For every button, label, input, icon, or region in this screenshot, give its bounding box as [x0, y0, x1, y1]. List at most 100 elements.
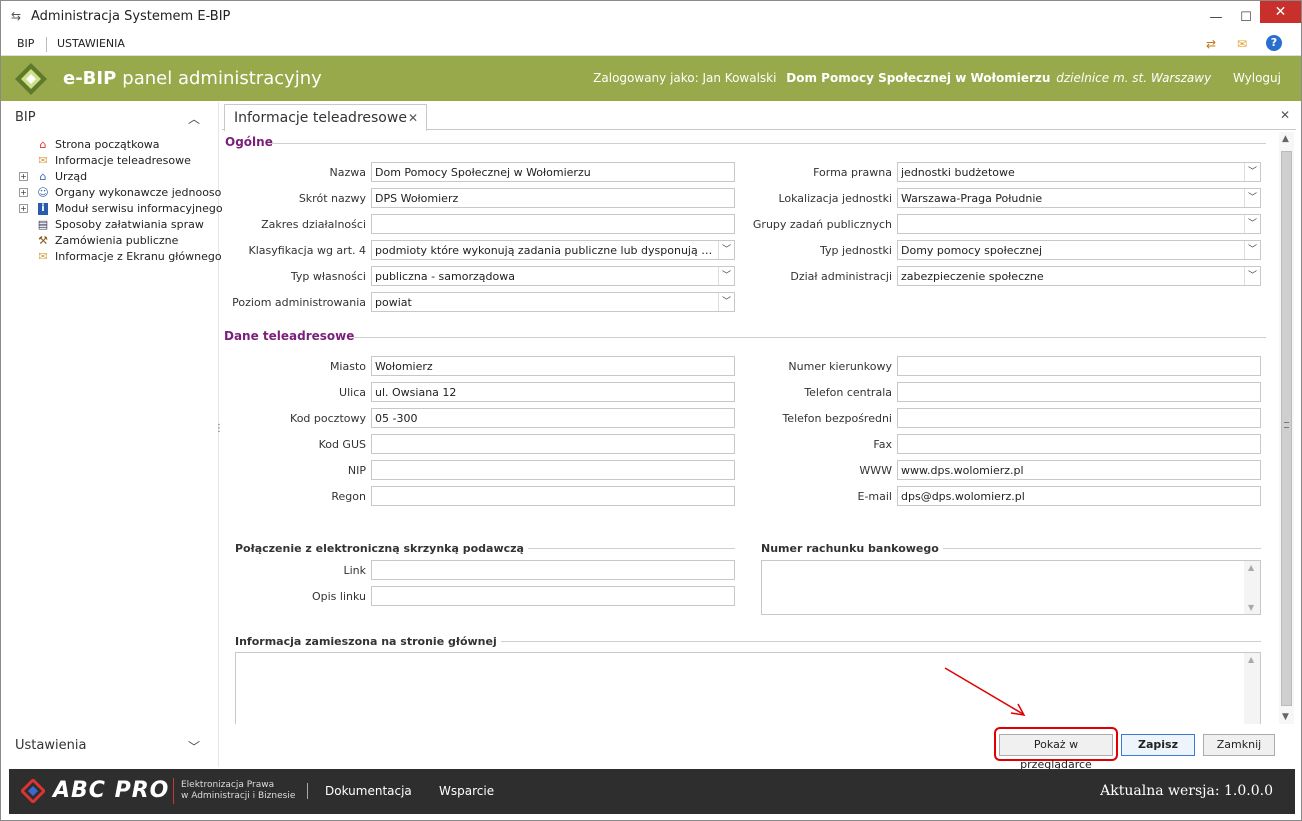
vertical-scrollbar[interactable]: ▲ ▼ — [1279, 132, 1294, 724]
footer-link-wsparcie[interactable]: Wsparcie — [439, 784, 494, 798]
header-banner: e-BIP panel administracyjny Zalogowany ja… — [1, 56, 1301, 101]
sidebar-item-strona-poczatkowa[interactable]: ⌂ Strona początkowa — [19, 137, 224, 153]
scroll-down-icon[interactable]: ▼ — [1282, 712, 1289, 722]
chevron-down-icon[interactable]: ﹀ — [718, 267, 734, 285]
textarea-scrollbar[interactable]: ▲ — [1244, 653, 1260, 724]
sidebar-item-organy[interactable]: + ☺ Organy wykonawcze jednoosol — [19, 185, 224, 201]
sidebar-item-sposoby[interactable]: ▤ Sposoby załatwiania spraw — [19, 217, 224, 233]
footer: ABC PRO Elektronizacja Prawa w Administr… — [9, 769, 1295, 814]
input-email[interactable]: dps@dps.wolomierz.pl — [897, 486, 1261, 506]
chevron-down-icon[interactable]: ﹀ — [1244, 163, 1260, 181]
maximize-button[interactable]: ☐ — [1231, 1, 1261, 33]
input-telefon-centrala[interactable] — [897, 382, 1261, 402]
chevron-down-icon[interactable]: ﹀ — [718, 241, 734, 259]
sidebar-item-zamowienia[interactable]: ⚒ Zamówienia publiczne — [19, 233, 224, 249]
select-klasyfikacja[interactable]: podmioty które wykonują zadania publiczn… — [371, 240, 735, 260]
input-nazwa[interactable]: Dom Pomocy Społecznej w Wołomierzu — [371, 162, 735, 182]
chevron-up-icon[interactable]: ︿ — [188, 110, 200, 127]
label-nazwa: Nazwa — [329, 166, 366, 179]
expand-icon[interactable]: + — [19, 204, 28, 213]
scroll-thumb[interactable] — [1281, 151, 1292, 706]
sync-icon[interactable]: ⇄ — [1202, 36, 1220, 52]
select-lokalizacja[interactable]: Warszawa-Praga Południe ﹀ — [897, 188, 1261, 208]
save-button[interactable]: Zapisz — [1121, 734, 1195, 756]
menu-separator — [46, 37, 47, 52]
scroll-up-icon[interactable]: ▲ — [1282, 134, 1289, 144]
input-skrot-nazwy[interactable]: DPS Wołomierz — [371, 188, 735, 208]
expand-icon[interactable]: + — [19, 172, 28, 181]
footer-tagline: Elektronizacja Prawa w Administracji i B… — [181, 780, 296, 801]
chevron-down-icon[interactable]: ﹀ — [1244, 189, 1260, 207]
label-miasto: Miasto — [329, 360, 366, 373]
select-grupy-zadan[interactable]: ﹀ — [897, 214, 1261, 234]
tab-label: Informacje teleadresowe — [234, 110, 407, 126]
input-kod-gus[interactable] — [371, 434, 735, 454]
sidebar-section-ustawienia[interactable]: Ustawienia — [15, 738, 86, 753]
input-nip[interactable] — [371, 460, 735, 480]
label-zakres-dzialalnosci: Zakres działalności — [261, 218, 366, 231]
textarea-informacja-strona-glowna[interactable]: ▲ — [235, 652, 1261, 724]
sidebar-item-informacje-ekran[interactable]: ✉ Informacje z Ekranu głównego — [19, 249, 224, 265]
select-typ-jednostki[interactable]: Domy pomocy społecznej ﹀ — [897, 240, 1261, 260]
expand-icon[interactable]: + — [19, 188, 28, 197]
mail-icon[interactable]: ✉ — [1233, 36, 1251, 52]
select-value: Domy pomocy społecznej — [901, 244, 1043, 257]
input-kod-pocztowy[interactable]: 05 -300 — [371, 408, 735, 428]
input-www[interactable]: www.dps.wolomierz.pl — [897, 460, 1261, 480]
label-grupy-zadan: Grupy zadań publicznych — [752, 218, 892, 231]
footer-brand: ABC PRO — [53, 778, 170, 803]
sidebar-item-label: Zamówienia publiczne — [55, 234, 179, 247]
select-value: publiczna - samorządowa — [375, 270, 515, 283]
chevron-down-icon[interactable]: ﹀ — [1244, 267, 1260, 285]
input-opis-linku[interactable] — [371, 586, 735, 606]
menu-bip[interactable]: BIP — [17, 37, 34, 50]
sidebar-item-label: Organy wykonawcze jednoosol — [55, 186, 225, 199]
select-dzial-administracji[interactable]: zabezpieczenie społeczne ﹀ — [897, 266, 1261, 286]
person-icon: ☺ — [37, 186, 49, 199]
input-ulica[interactable]: ul. Owsiana 12 — [371, 382, 735, 402]
org-name: Dom Pomocy Społecznej w Wołomierzu — [786, 71, 1051, 85]
sidebar-item-informacje-teleadresowe[interactable]: ✉ Informacje teleadresowe — [19, 153, 224, 169]
sidebar-item-urzad[interactable]: + ⌂ Urząd — [19, 169, 224, 185]
abc-pro-logo-icon — [21, 779, 45, 803]
textarea-rachunek-bankowy[interactable]: ▲ ▼ — [761, 560, 1261, 615]
label-klasyfikacja: Klasyfikacja wg art. 4 — [248, 244, 366, 257]
input-miasto[interactable]: Wołomierz — [371, 356, 735, 376]
select-typ-wlasnosci[interactable]: publiczna - samorządowa ﹀ — [371, 266, 735, 286]
menu-ustawienia[interactable]: USTAWIENIA — [57, 37, 125, 50]
input-regon[interactable] — [371, 486, 735, 506]
select-forma-prawna[interactable]: jednostki budżetowe ﹀ — [897, 162, 1261, 182]
preview-in-browser-button[interactable]: Pokaż w przeglądarce — [999, 734, 1113, 771]
select-value: powiat — [375, 296, 412, 309]
close-window-button[interactable]: ✕ — [1260, 1, 1301, 23]
input-zakres-dzialalnosci[interactable] — [371, 214, 735, 234]
input-link[interactable] — [371, 560, 735, 580]
chevron-down-icon[interactable]: ﹀ — [718, 293, 734, 311]
input-fax[interactable] — [897, 434, 1261, 454]
help-icon[interactable]: ? — [1266, 35, 1282, 51]
chevron-down-icon[interactable]: ﹀ — [1244, 215, 1260, 233]
textarea-scrollbar[interactable]: ▲ ▼ — [1244, 561, 1260, 614]
group-skrzynka-podawcza: Połączenie z elektroniczną skrzynką poda… — [235, 542, 528, 555]
chevron-down-icon[interactable]: ﹀ — [188, 738, 200, 755]
sidebar-tree: ⌂ Strona początkowa ✉ Informacje teleadr… — [19, 137, 224, 265]
label-lokalizacja: Lokalizacja jednostki — [778, 192, 892, 205]
tab-close-icon[interactable]: ✕ — [408, 111, 418, 125]
input-numer-kierunkowy[interactable] — [897, 356, 1261, 376]
sidebar-item-modul-serwisu[interactable]: + i Moduł serwisu informacyjnego — [19, 201, 224, 217]
footer-link-dokumentacja[interactable]: Dokumentacja — [325, 784, 412, 798]
minimize-button[interactable]: — — [1201, 1, 1231, 33]
brand-bold: e-BIP — [63, 68, 117, 89]
logout-link[interactable]: Wyloguj — [1233, 71, 1281, 85]
chevron-down-icon[interactable]: ﹀ — [1244, 241, 1260, 259]
close-button[interactable]: Zamknij — [1203, 734, 1275, 756]
select-poziom-administrowania[interactable]: powiat ﹀ — [371, 292, 735, 312]
sidebar-section-bip[interactable]: BIP — [15, 110, 36, 125]
building-icon: ⌂ — [39, 170, 47, 183]
label-link: Link — [343, 564, 366, 577]
panel-close-icon[interactable]: ✕ — [1280, 108, 1290, 122]
input-telefon-bezposredni[interactable] — [897, 408, 1261, 428]
menu-bar: BIP USTAWIENIA ⇄ ✉ ? — [1, 33, 1301, 56]
sidebar: BIP ︿ ⌂ Strona początkowa ✉ Informacje t… — [9, 102, 224, 767]
tab-informacje-teleadresowe[interactable]: Informacje teleadresowe ✕ — [224, 104, 427, 131]
